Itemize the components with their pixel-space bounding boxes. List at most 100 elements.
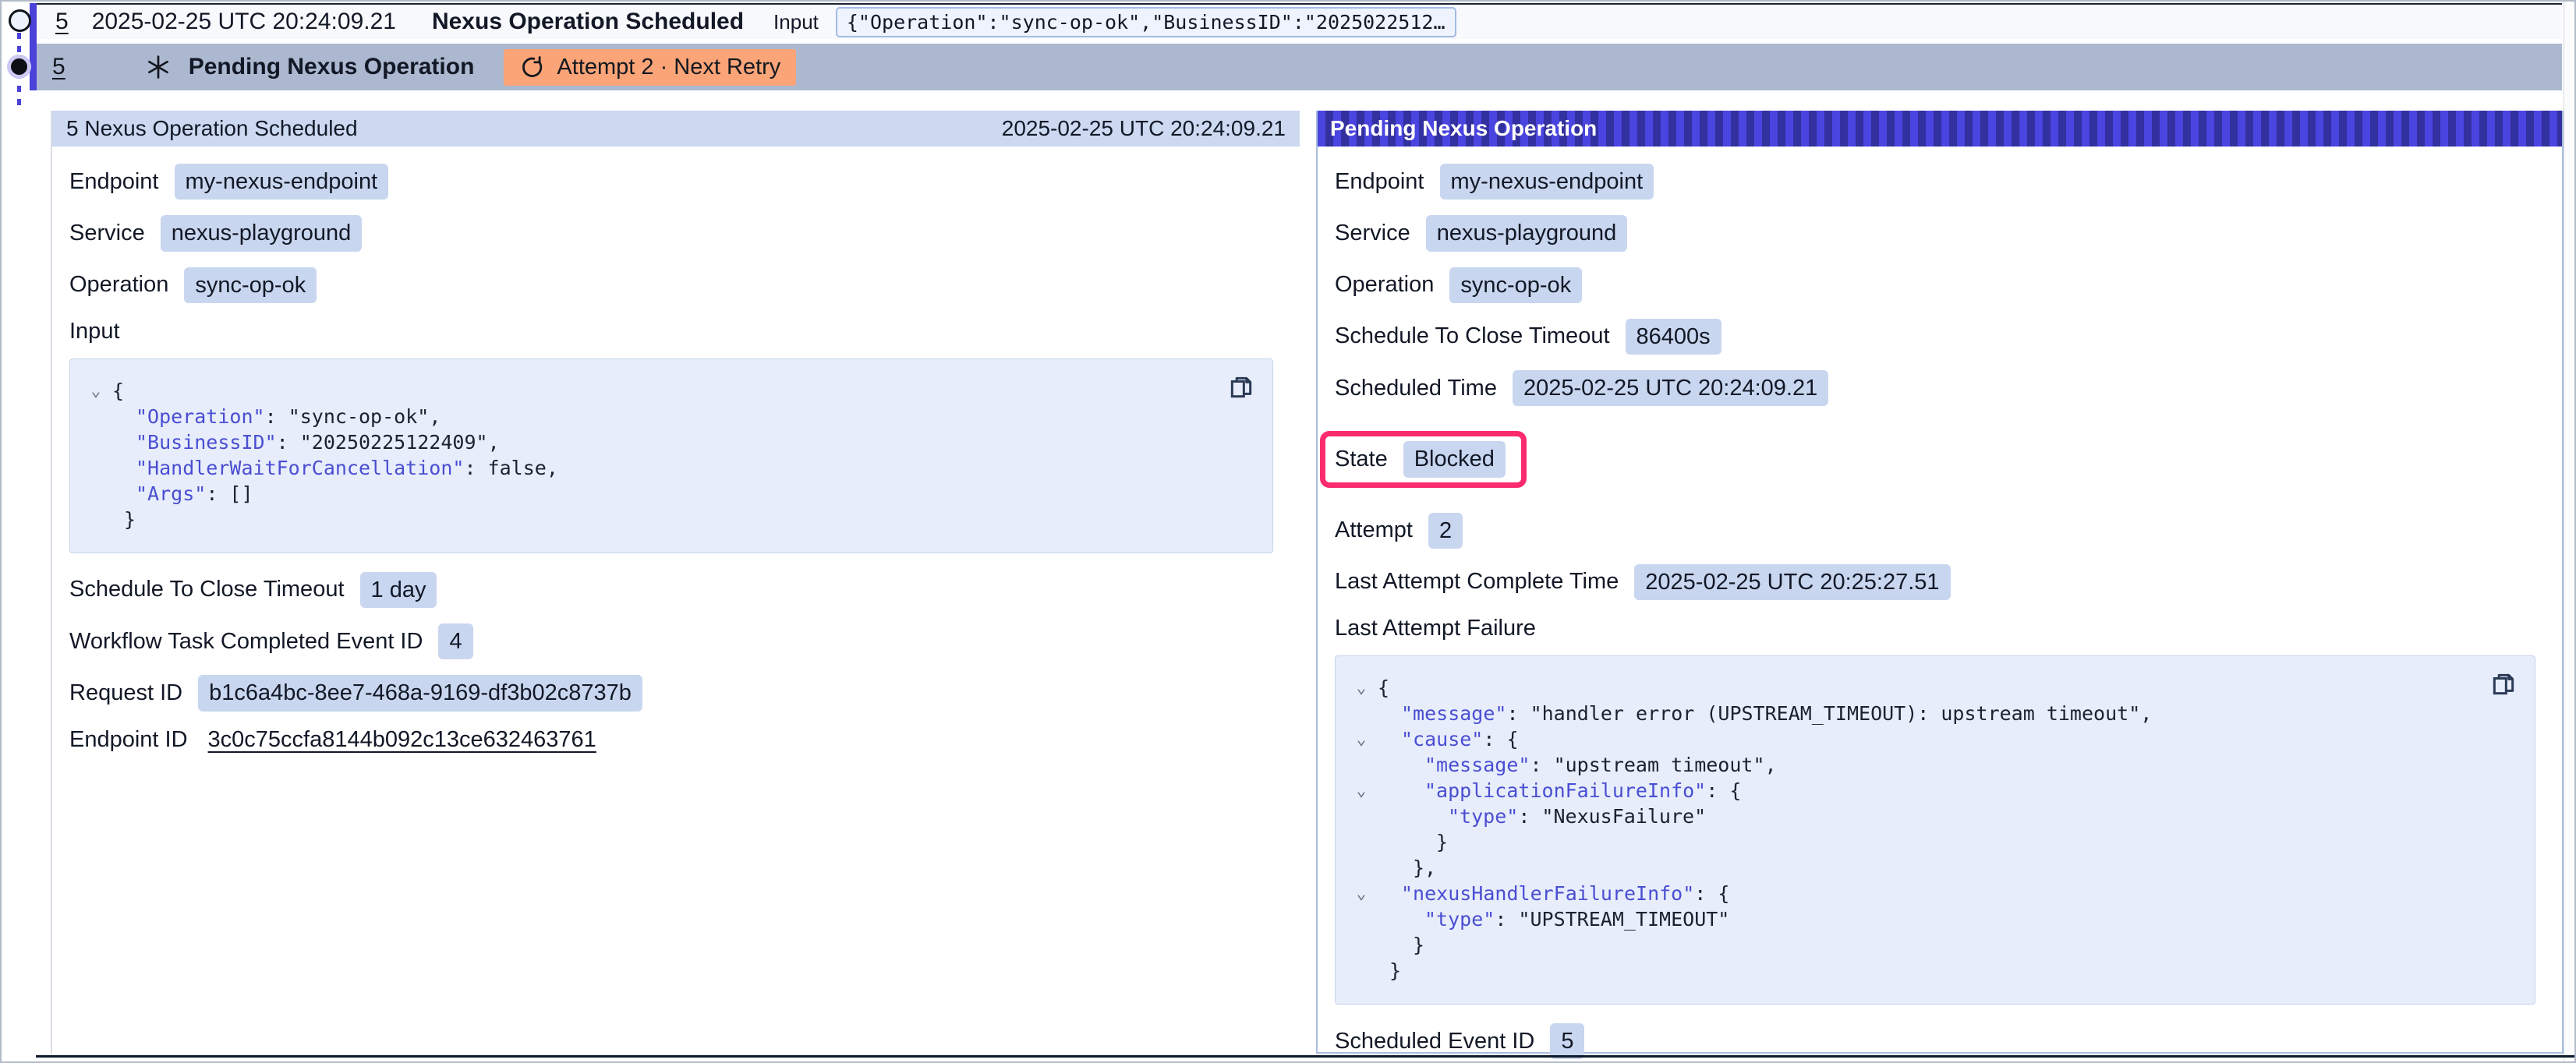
- field-state: State Blocked: [1335, 441, 1506, 477]
- field-label: Service: [1335, 221, 1410, 246]
- field-value-chip: b1c6a4bc-8ee7-468a-9169-df3b02c8737b: [198, 675, 642, 711]
- input-section-label: Input: [69, 319, 1284, 344]
- field-operation: Operation sync-op-ok: [69, 267, 1284, 303]
- code-line: "HandlerWaitForCancellation": false,: [112, 455, 558, 481]
- code-gutter: [1345, 906, 1378, 932]
- copy-button[interactable]: [1226, 372, 1257, 403]
- code-line: }: [1378, 829, 1448, 855]
- field-label: Endpoint ID: [69, 727, 188, 753]
- code-gutter: [1345, 829, 1378, 855]
- code-gutter: [1345, 701, 1378, 726]
- pending-event-name: Pending Nexus Operation: [189, 54, 475, 80]
- code-line: "Operation": "sync-op-ok",: [112, 404, 441, 429]
- code-line: "type": "NexusFailure": [1378, 803, 1706, 829]
- field-label: Scheduled Event ID: [1335, 1029, 1534, 1054]
- code-gutter: [80, 507, 112, 532]
- field-value-chip: sync-op-ok: [1449, 267, 1582, 303]
- field-attempt: Attempt 2: [1335, 513, 2546, 549]
- code-line: "nexusHandlerFailureInfo": {: [1378, 881, 1729, 906]
- field-value-chip: nexus-playground: [161, 215, 363, 251]
- field-value-chip: my-nexus-endpoint: [175, 164, 389, 200]
- state-highlight-box: State Blocked: [1320, 431, 1527, 487]
- endpoint-id-link[interactable]: 3c0c75ccfa8144b092c13ce632463761: [208, 727, 596, 753]
- pending-event-id-link[interactable]: 5: [52, 54, 65, 80]
- field-value-chip: 86400s: [1626, 319, 1721, 355]
- field-endpoint-id: Endpoint ID 3c0c75ccfa8144b092c13ce63246…: [69, 727, 1284, 753]
- code-line: {: [1378, 675, 1389, 701]
- code-line: }: [112, 507, 136, 532]
- field-schedule-to-close-timeout: Schedule To Close Timeout 1 day: [69, 572, 1284, 608]
- code-line: "BusinessID": "20250225122409",: [112, 429, 500, 455]
- field-label: Attempt: [1335, 517, 1413, 543]
- code-gutter: [80, 404, 112, 429]
- field-workflow-task-completed-event-id: Workflow Task Completed Event ID 4: [69, 623, 1284, 659]
- code-gutter: [80, 481, 112, 507]
- event-id-link[interactable]: 5: [55, 9, 69, 35]
- copy-button[interactable]: [2488, 669, 2519, 700]
- field-schedule-to-close-timeout: Schedule To Close Timeout 86400s: [1335, 319, 2546, 355]
- history-row-pending-nexus-operation[interactable]: 5 Pending Nexus Operation Attempt 2 · Ne…: [37, 44, 2562, 90]
- code-line: {: [112, 378, 124, 404]
- code-line: "message": "handler error (UPSTREAM_TIME…: [1378, 701, 2152, 726]
- field-endpoint: Endpoint my-nexus-endpoint: [1335, 164, 2546, 200]
- field-scheduled-event-id: Scheduled Event ID 5: [1335, 1023, 2546, 1059]
- field-label: Schedule To Close Timeout: [69, 577, 345, 602]
- field-label: Endpoint: [1335, 169, 1424, 195]
- collapse-chevron-icon[interactable]: ⌄: [1345, 881, 1378, 906]
- retry-icon: [519, 55, 544, 79]
- code-line: "Args": []: [112, 481, 253, 507]
- retry-badge: Attempt 2 · Next Retry: [504, 49, 796, 86]
- code-gutter: [1345, 855, 1378, 881]
- code-line: },: [1378, 855, 1436, 881]
- field-label: Schedule To Close Timeout: [1335, 323, 1610, 349]
- event-detail-area: 5 Nexus Operation Scheduled 2025-02-25 U…: [51, 111, 2564, 1054]
- field-service: Service nexus-playground: [1335, 215, 2546, 251]
- event-name: Nexus Operation Scheduled: [432, 9, 744, 35]
- code-gutter: [80, 455, 112, 481]
- code-gutter: [80, 429, 112, 455]
- code-gutter: [1345, 752, 1378, 778]
- field-value-chip: 4: [438, 623, 472, 659]
- collapse-chevron-icon[interactable]: ⌄: [1345, 675, 1378, 701]
- field-label: Endpoint: [69, 169, 159, 195]
- pending-timeline-node-icon: [11, 58, 27, 75]
- field-value-chip: nexus-playground: [1426, 215, 1628, 251]
- code-gutter: [1345, 958, 1378, 984]
- code-line: "type": "UPSTREAM_TIMEOUT": [1378, 906, 1729, 932]
- last-attempt-failure-label: Last Attempt Failure: [1335, 616, 2546, 641]
- pending-operation-panel: Pending Nexus Operation Endpoint my-nexu…: [1316, 111, 2564, 1054]
- field-value-chip: my-nexus-endpoint: [1440, 164, 1654, 200]
- copy-icon: [2488, 669, 2519, 700]
- collapse-chevron-icon[interactable]: ⌄: [80, 378, 112, 404]
- field-endpoint: Endpoint my-nexus-endpoint: [69, 164, 1284, 200]
- field-label: Last Attempt Complete Time: [1335, 569, 1619, 595]
- code-line: "message": "upstream timeout",: [1378, 752, 1777, 778]
- history-row-nexus-operation-scheduled[interactable]: 5 2025-02-25 UTC 20:24:09.21 Nexus Opera…: [37, 3, 2562, 39]
- field-value-chip: sync-op-ok: [184, 267, 317, 303]
- event-input-label: Input: [773, 10, 819, 34]
- event-input-preview-chip: {"Operation":"sync-op-ok","BusinessID":"…: [836, 7, 1456, 37]
- timeline-active-bar: [30, 3, 37, 90]
- field-value-chip: 5: [1550, 1023, 1584, 1059]
- field-label: Request ID: [69, 680, 182, 706]
- field-label: State: [1335, 447, 1388, 472]
- field-value-chip: 2: [1428, 513, 1463, 549]
- code-line: "applicationFailureInfo": {: [1378, 778, 1741, 803]
- field-label: Service: [69, 221, 145, 246]
- field-label: Scheduled Time: [1335, 376, 1497, 401]
- collapse-chevron-icon[interactable]: ⌄: [1345, 778, 1378, 803]
- field-operation: Operation sync-op-ok: [1335, 267, 2546, 303]
- view-cutoff-line: [36, 1055, 2574, 1058]
- field-value-chip: 1 day: [360, 572, 437, 608]
- collapse-chevron-icon[interactable]: ⌄: [1345, 726, 1378, 752]
- input-json-viewer: ⌄{"Operation": "sync-op-ok","BusinessID"…: [69, 358, 1273, 553]
- field-request-id: Request ID b1c6a4bc-8ee7-468a-9169-df3b0…: [69, 675, 1284, 711]
- state-value-chip: Blocked: [1403, 441, 1506, 477]
- field-service: Service nexus-playground: [69, 215, 1284, 251]
- event-timeline-node-icon: [9, 9, 31, 32]
- field-last-attempt-complete-time: Last Attempt Complete Time 2025-02-25 UT…: [1335, 564, 2546, 600]
- event-detail-panel-header: 5 Nexus Operation Scheduled 2025-02-25 U…: [52, 111, 1300, 147]
- field-label: Workflow Task Completed Event ID: [69, 629, 423, 655]
- scrollbar-gutter[interactable]: [2564, 2, 2574, 1061]
- event-detail-title: 5 Nexus Operation Scheduled: [66, 116, 358, 141]
